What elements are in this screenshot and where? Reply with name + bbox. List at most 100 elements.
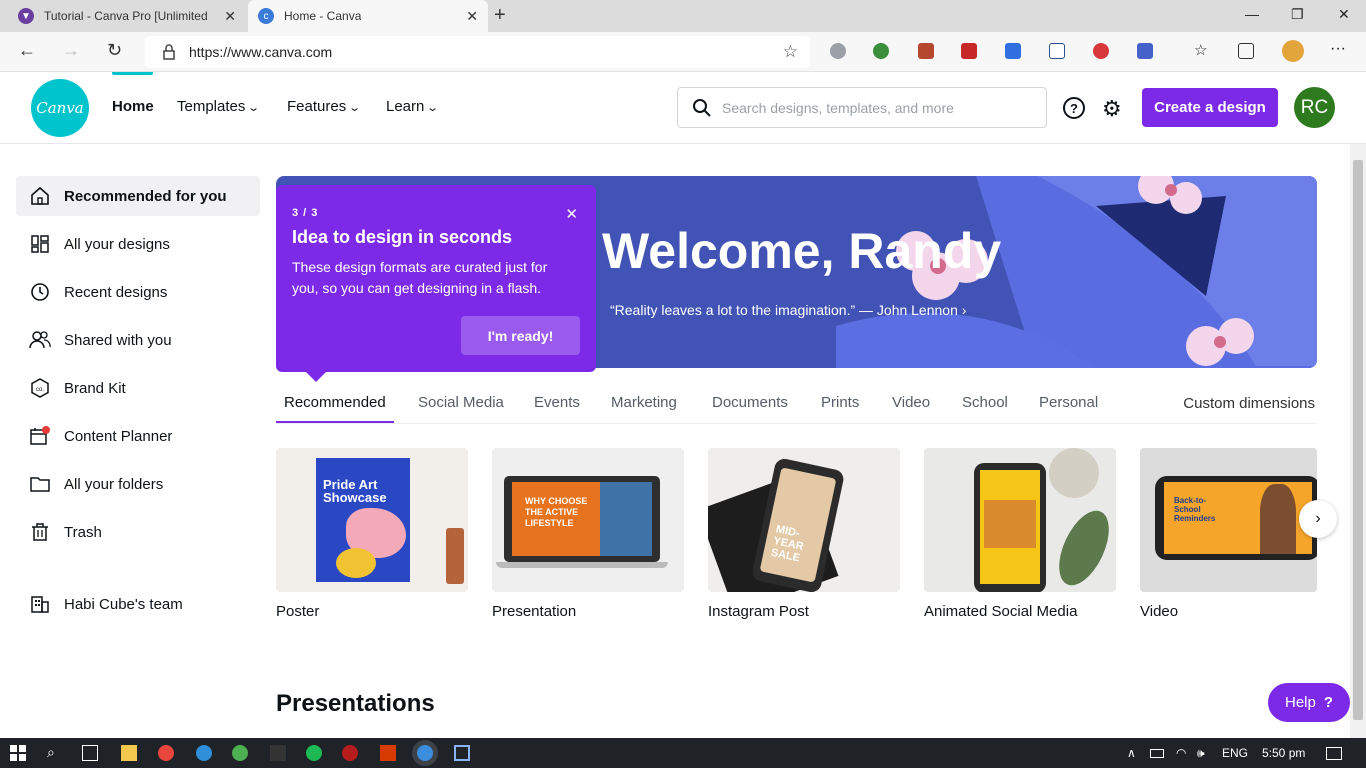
design-card-video[interactable]: Back-to-School Reminders Video	[1140, 448, 1317, 620]
design-card-instagram[interactable]: MID-YEAR SALE Instagram Post	[708, 448, 900, 620]
help-button[interactable]: Help ?	[1268, 683, 1350, 722]
task-view-icon[interactable]	[82, 745, 98, 761]
nav-templates-label: Templates	[177, 98, 246, 115]
sidebar-item-label: Habi Cube's team	[64, 595, 183, 613]
more-menu-icon[interactable]: ···	[1330, 40, 1346, 57]
nav-templates[interactable]: Templates ⌄	[177, 98, 260, 115]
extension-shield-icon[interactable]	[830, 43, 846, 59]
scrollbar-thumb[interactable]	[1353, 160, 1363, 720]
spotify-icon[interactable]	[306, 745, 322, 761]
windows-start-icon[interactable]	[10, 745, 26, 761]
tab-documents[interactable]: Documents	[712, 394, 788, 411]
sidebar-item-brand-kit[interactable]: co. Brand Kit	[16, 368, 260, 408]
design-card-poster[interactable]: Pride Art Showcase Poster	[276, 448, 468, 620]
card-label: Animated Social Media	[924, 603, 1078, 620]
canva-logo[interactable]: Canva	[31, 79, 89, 137]
card-label: Poster	[276, 603, 320, 620]
battery-icon[interactable]	[1150, 749, 1164, 758]
tab-social-media[interactable]: Social Media	[418, 394, 504, 411]
edge-active-icon[interactable]	[417, 745, 433, 761]
address-bar[interactable]: https://www.canva.com ☆	[145, 36, 810, 68]
welcome-quote-link[interactable]: “Reality leaves a lot to the imagination…	[610, 302, 966, 318]
extension-p-icon[interactable]	[1005, 43, 1021, 59]
tab-marketing[interactable]: Marketing	[611, 394, 677, 411]
design-card-animated-social[interactable]: Animated Social Media	[924, 448, 1116, 620]
forward-icon[interactable]: →	[62, 40, 80, 61]
favorites-icon[interactable]: ☆	[1194, 41, 1210, 59]
extension-m-icon[interactable]	[1093, 43, 1109, 59]
volume-icon[interactable]: 🕪	[1197, 746, 1205, 761]
custom-dimensions-button[interactable]: Custom dimensions	[1183, 395, 1315, 412]
language-indicator[interactable]: ENG	[1222, 746, 1248, 760]
sidebar-item-recent[interactable]: Recent designs	[16, 272, 260, 312]
chrome-icon[interactable]	[158, 745, 174, 761]
app-icon[interactable]	[232, 745, 248, 761]
notifications-icon[interactable]	[1326, 747, 1342, 760]
page-scrollbar[interactable]	[1350, 144, 1366, 738]
design-card-presentation[interactable]: WHY CHOOSE THE ACTIVE LIFESTYLE Presenta…	[492, 448, 684, 620]
sidebar-item-team[interactable]: Habi Cube's team	[16, 584, 260, 624]
wifi-icon[interactable]: ◠	[1176, 746, 1186, 760]
search-input[interactable]: Search designs, templates, and more	[677, 87, 1047, 128]
nav-learn[interactable]: Learn ⌄	[386, 98, 440, 115]
back-icon[interactable]: ←	[18, 40, 36, 61]
app-window-icon[interactable]	[454, 745, 470, 761]
app-red-icon[interactable]	[342, 745, 358, 761]
chevron-down-icon: ⌄	[426, 102, 440, 114]
chevron-down-icon: ⌄	[348, 102, 362, 114]
clock[interactable]: 5:50 pm	[1262, 746, 1305, 760]
carousel-next-icon[interactable]: ›	[1299, 500, 1337, 538]
sidebar-item-folders[interactable]: All your folders	[16, 464, 260, 504]
sidebar-item-recommended[interactable]: Recommended for you	[16, 176, 260, 216]
close-tab-icon[interactable]: ✕	[466, 8, 478, 25]
tab-personal[interactable]: Personal	[1039, 394, 1098, 411]
new-tab-icon[interactable]: +	[494, 4, 506, 27]
minimize-icon[interactable]: —	[1245, 6, 1259, 22]
tab-events[interactable]: Events	[534, 394, 580, 411]
home-active-indicator	[112, 72, 153, 75]
sidebar-item-content-planner[interactable]: Content Planner	[16, 416, 260, 456]
windows-taskbar: ⌕ ∧ ◠ 🕪 ENG 5:50 pm	[0, 738, 1366, 768]
chevron-up-icon[interactable]: ∧	[1127, 746, 1136, 760]
maximize-icon[interactable]: ❐	[1291, 6, 1304, 23]
extension-ublock-icon[interactable]	[918, 43, 934, 59]
collections-icon[interactable]	[1238, 43, 1254, 59]
nav-home[interactable]: Home	[112, 98, 154, 115]
close-window-icon[interactable]: ✕	[1338, 6, 1350, 23]
browser-tab-bar: ▼ Tutorial - Canva Pro [Unlimited P ✕ c …	[0, 0, 1366, 32]
presentation-thumbnail: WHY CHOOSE THE ACTIVE LIFESTYLE	[492, 448, 684, 592]
refresh-icon[interactable]: ↻	[107, 40, 122, 61]
close-icon[interactable]: ✕	[565, 205, 578, 223]
create-design-button[interactable]: Create a design	[1142, 88, 1278, 127]
close-tab-icon[interactable]: ✕	[224, 8, 236, 25]
gear-icon[interactable]: ⚙	[1102, 96, 1122, 122]
tab-recommended[interactable]: Recommended	[284, 394, 386, 411]
extension-red-icon[interactable]	[961, 43, 977, 59]
tab-school[interactable]: School	[962, 394, 1008, 411]
nav-features[interactable]: Features ⌄	[287, 98, 362, 115]
im-ready-button[interactable]: I'm ready!	[461, 316, 580, 355]
welcome-title: Welcome, Randy	[602, 223, 1002, 279]
extension-arrow-icon[interactable]	[1137, 43, 1153, 59]
tab-prints[interactable]: Prints	[821, 394, 859, 411]
extension-translate-icon[interactable]	[1049, 43, 1065, 59]
avatar[interactable]: RC	[1294, 87, 1335, 128]
help-icon[interactable]: ?	[1063, 97, 1085, 119]
sidebar-item-label: Shared with you	[64, 331, 172, 349]
favorite-star-icon[interactable]: ☆	[783, 42, 798, 62]
tab-video[interactable]: Video	[892, 394, 930, 411]
app-dark-icon[interactable]	[270, 745, 286, 761]
browser-tab-canva[interactable]: c Home - Canva ✕	[248, 0, 488, 32]
sidebar-item-trash[interactable]: Trash	[16, 512, 260, 552]
office-icon[interactable]	[380, 745, 396, 761]
edge-icon[interactable]	[196, 745, 212, 761]
search-icon[interactable]: ⌕	[47, 744, 63, 760]
profile-icon[interactable]	[1282, 40, 1304, 62]
file-explorer-icon[interactable]	[121, 745, 137, 761]
sidebar-item-all-designs[interactable]: All your designs	[16, 224, 260, 264]
extension-globe-icon[interactable]	[873, 43, 889, 59]
sidebar-item-shared[interactable]: Shared with you	[16, 320, 260, 360]
sidebar-item-label: Content Planner	[64, 427, 173, 445]
browser-tab-tutorial[interactable]: ▼ Tutorial - Canva Pro [Unlimited P ✕	[0, 0, 246, 32]
trash-icon	[29, 521, 51, 543]
